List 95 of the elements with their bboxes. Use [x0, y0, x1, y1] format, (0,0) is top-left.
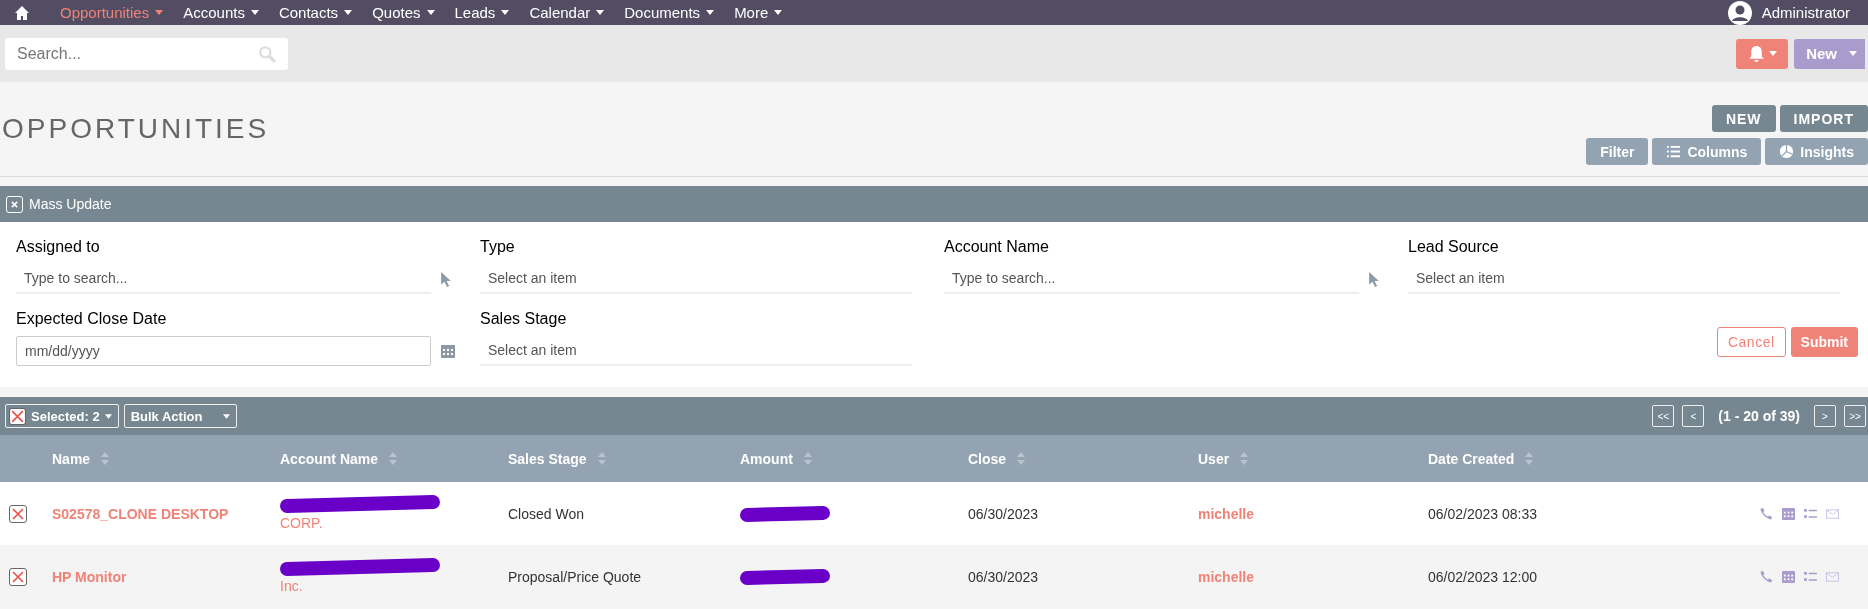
search-icon[interactable]: [258, 44, 276, 63]
user-name[interactable]: Administrator: [1761, 4, 1850, 21]
caret-icon: [250, 10, 259, 15]
column-header[interactable]: User: [1198, 450, 1230, 467]
field-label: Assigned to: [16, 238, 101, 256]
row-checkbox[interactable]: [9, 567, 27, 586]
toolbar-button[interactable]: Insights: [1765, 138, 1868, 165]
calendar-icon[interactable]: [1782, 507, 1795, 520]
bulk-action-dropdown[interactable]: Bulk Action: [123, 404, 237, 428]
caret-icon: [222, 413, 230, 419]
record-link[interactable]: HP Monitor: [52, 568, 280, 585]
panel-title: Mass Update: [29, 196, 112, 212]
field-label: Account Name: [944, 238, 1050, 256]
pie-chart-icon: [1779, 144, 1795, 159]
nav-menu-item[interactable]: More: [724, 4, 793, 21]
nav-menu-item[interactable]: Opportunities: [50, 4, 174, 21]
sort-icon[interactable]: [1524, 452, 1535, 465]
close-button[interactable]: [6, 195, 23, 213]
pointer-icon[interactable]: [441, 271, 452, 287]
user-avatar-icon[interactable]: [1727, 0, 1752, 25]
envelope-icon[interactable]: [1826, 571, 1839, 582]
calendar-icon[interactable]: [1782, 570, 1795, 583]
phone-icon[interactable]: [1760, 570, 1773, 583]
selection-dropdown[interactable]: Selected: 2: [5, 404, 119, 428]
phone-icon[interactable]: [1760, 507, 1773, 520]
caret-icon: [706, 10, 715, 15]
pointer-icon[interactable]: [1369, 271, 1380, 287]
list-icon[interactable]: [1804, 508, 1817, 519]
cancel-button[interactable]: Cancel: [1716, 327, 1786, 358]
column-header[interactable]: Date Created: [1428, 450, 1515, 467]
column-header[interactable]: Account Name: [280, 450, 379, 467]
account-link[interactable]: Inc.: [280, 577, 303, 594]
account-link[interactable]: CORP.: [280, 514, 323, 531]
caret-icon: [1849, 51, 1857, 56]
table-cell-text: Proposal/Price Quote: [508, 568, 643, 585]
next-page-button[interactable]: >: [1814, 405, 1836, 427]
quick-create-button[interactable]: New: [1794, 38, 1865, 69]
sort-icon[interactable]: [100, 452, 111, 465]
table-cell-text: 06/02/2023 12:00: [1428, 568, 1538, 585]
toolbar-button[interactable]: Columns: [1652, 138, 1762, 165]
sort-icon[interactable]: [1239, 452, 1250, 465]
date-field[interactable]: mm/dd/yyyy: [16, 335, 431, 366]
envelope-icon[interactable]: [1826, 508, 1839, 519]
bell-icon: [1747, 45, 1765, 62]
column-header[interactable]: Close: [968, 450, 1007, 467]
table-cell-text: 06/30/2023: [968, 568, 1040, 585]
table-cell-text: 06/30/2023: [968, 505, 1040, 522]
caret-icon: [155, 10, 164, 15]
caret-icon: [596, 10, 605, 15]
notifications-button[interactable]: [1736, 38, 1789, 69]
field-label: Sales Stage: [480, 309, 568, 328]
column-header[interactable]: Amount: [740, 450, 793, 467]
toolbar-button[interactable]: Filter: [1586, 138, 1649, 165]
field-label: Lead Source: [1408, 238, 1500, 256]
nav-menu-item[interactable]: Documents: [614, 4, 725, 21]
record-link[interactable]: S02578_CLONE DESKTOP: [52, 505, 280, 522]
user-link[interactable]: michelle: [1198, 568, 1428, 585]
caret-icon: [104, 413, 112, 419]
field-label: Expected Close Date: [16, 309, 168, 328]
column-header[interactable]: Name: [52, 450, 91, 467]
previous-page-button[interactable]: <: [1682, 405, 1705, 427]
caret-icon: [1768, 51, 1777, 56]
close-icon: [11, 200, 18, 208]
home-icon[interactable]: [14, 4, 30, 21]
table-cell-text: Closed Won: [508, 505, 585, 522]
search-field[interactable]: Search...: [5, 37, 288, 70]
column-header[interactable]: Sales Stage: [508, 450, 587, 467]
row-checkbox[interactable]: [9, 504, 27, 523]
list-icon[interactable]: [1804, 571, 1817, 582]
caret-icon: [344, 10, 353, 15]
nav-menu-item[interactable]: Leads: [444, 4, 520, 21]
sort-icon[interactable]: [388, 452, 399, 465]
action-button[interactable]: IMPORT: [1779, 105, 1868, 132]
sort-icon[interactable]: [596, 452, 607, 465]
action-button[interactable]: NEW: [1711, 105, 1776, 132]
page-range: (1 - 20 of 39): [1718, 408, 1800, 424]
list-icon: [1666, 144, 1682, 159]
nav-menu-item[interactable]: Quotes: [362, 4, 445, 21]
page-title: OPPORTUNITIES: [2, 113, 270, 145]
nav-menu-item[interactable]: Contacts: [268, 4, 363, 21]
caret-icon: [426, 10, 435, 15]
caret-icon: [774, 10, 783, 15]
sort-icon[interactable]: [802, 452, 813, 465]
deselect-icon: [9, 407, 26, 425]
nav-menu-item[interactable]: Calendar: [519, 4, 615, 21]
table-cell-text: 06/02/2023 08:33: [1428, 505, 1538, 522]
user-link[interactable]: michelle: [1198, 505, 1428, 522]
first-page-button[interactable]: <<: [1652, 405, 1675, 427]
field-label: Type: [480, 238, 516, 256]
nav-menu-item[interactable]: Accounts: [173, 4, 269, 21]
caret-icon: [501, 10, 510, 15]
submit-button[interactable]: Submit: [1790, 327, 1858, 358]
last-page-button[interactable]: >>: [1844, 405, 1866, 427]
sort-icon[interactable]: [1016, 452, 1027, 465]
calendar-icon[interactable]: [441, 343, 455, 358]
